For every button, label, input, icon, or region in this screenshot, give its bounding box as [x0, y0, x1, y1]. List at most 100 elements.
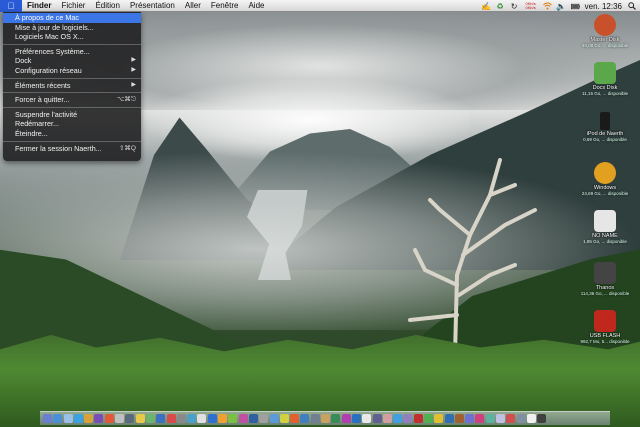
- usb-drive-icon: [594, 310, 616, 332]
- dock-app-icon[interactable]: [423, 414, 433, 423]
- dock-app-icon[interactable]: [73, 414, 83, 423]
- dock-app-icon[interactable]: [310, 414, 320, 423]
- apple-menu-dropdown: À propos de ce Mac Mise à jour de logicie…: [3, 12, 141, 161]
- menu-fichier[interactable]: Fichier: [56, 0, 90, 12]
- dock-app-icon[interactable]: [218, 414, 228, 423]
- apple-menu-item[interactable]: Mise à jour de logiciels...: [3, 23, 141, 33]
- dock-app-icon[interactable]: [238, 414, 248, 423]
- dock-app-icon[interactable]: [444, 414, 454, 423]
- desktop-icon-capacity: 1,95 Go, ... disponible: [583, 239, 627, 244]
- dock-app-icon[interactable]: [63, 414, 73, 423]
- apple-menu-item[interactable]: Forcer à quitter... ⌥⌘⎋: [3, 95, 141, 105]
- desktop-drive-icon[interactable]: USB FLASH 992,7 Mo, 5... disponible: [570, 310, 640, 344]
- dock-app-icon[interactable]: [259, 414, 269, 423]
- dock-app-icon[interactable]: [331, 414, 341, 423]
- apple-menu-item[interactable]: Logiciels Mac OS X...: [3, 32, 141, 42]
- apple-menu-item[interactable]: Éteindre...: [3, 129, 141, 139]
- apple-menu-item[interactable]: Configuration réseau ▶: [3, 66, 141, 76]
- apple-menu-item[interactable]: Fermer la session Naerth... ⇧⌘Q: [3, 144, 141, 154]
- menu-edition[interactable]: Édition: [90, 0, 124, 12]
- dock-app-icon[interactable]: [300, 414, 310, 423]
- dock-app-icon[interactable]: [351, 414, 361, 423]
- dock-app-icon[interactable]: [53, 414, 63, 423]
- dock-app-icon[interactable]: [516, 414, 526, 423]
- menu-clock[interactable]: ven. 12:36: [585, 2, 622, 11]
- menu-presentation[interactable]: Présentation: [125, 0, 180, 12]
- ipod-icon: [600, 112, 610, 130]
- dock-app-icon[interactable]: [341, 414, 351, 423]
- network-monitor[interactable]: 0Kb/s 0Kb/s: [524, 2, 538, 10]
- network-download-text: 0Kb/s: [525, 5, 536, 10]
- menu-aller[interactable]: Aller: [180, 0, 206, 12]
- dock-app-icon[interactable]: [43, 414, 52, 423]
- keyboard-shortcut: ⇧⌘Q: [118, 144, 136, 152]
- sync-icon[interactable]: ↻: [510, 2, 519, 11]
- dock-app-icon[interactable]: [115, 414, 125, 423]
- dock-app-icon[interactable]: [290, 414, 300, 423]
- desktop-drive-icon[interactable]: Master Disk 49,08 Go, ... disponible: [570, 14, 640, 48]
- wifi-icon[interactable]: [542, 2, 552, 11]
- menu-separator: [3, 43, 141, 45]
- dock-app-icon[interactable]: [187, 414, 197, 423]
- submenu-arrow-icon: ▶: [131, 66, 136, 73]
- apple-menu-button[interactable]: : [0, 0, 22, 12]
- dock-app-icon[interactable]: [156, 414, 166, 423]
- dock-app-icon[interactable]: [269, 414, 279, 423]
- desktop-drive-icon[interactable]: Windows 24,69 Go, ... disponible: [570, 162, 640, 196]
- dock-app-icon[interactable]: [454, 414, 464, 423]
- dock-app-icon[interactable]: [228, 414, 238, 423]
- dock-app-icon[interactable]: [526, 414, 536, 423]
- desktop-icon-capacity: 11,15 Go, ... disponible: [582, 91, 628, 96]
- apple-menu-item[interactable]: Redémarrer...: [3, 119, 141, 129]
- dock-app-icon[interactable]: [94, 414, 104, 423]
- apple-menu-item[interactable]: Dock ▶: [3, 56, 141, 66]
- desktop-drive-icon[interactable]: Docs Disk 11,15 Go, ... disponible: [570, 62, 640, 96]
- dock-app-icon[interactable]: [84, 414, 94, 423]
- dock-app-icon[interactable]: [104, 414, 114, 423]
- desktop-icon-capacity: 114,36 Go, ... disponible: [580, 291, 630, 296]
- dock-app-icon[interactable]: [176, 414, 186, 423]
- submenu-arrow-icon: ▶: [131, 81, 136, 88]
- dock-app-icon[interactable]: [197, 414, 207, 423]
- volume-icon[interactable]: 🔈: [556, 2, 566, 11]
- apple-menu-item-label: Préférences Système...: [15, 46, 90, 56]
- dock-app-icon[interactable]: [537, 414, 547, 423]
- dock-app-icon[interactable]: [485, 414, 495, 423]
- dock-app-icon[interactable]: [372, 414, 382, 423]
- dock-app-icon[interactable]: [166, 414, 176, 423]
- spotlight-search-icon[interactable]: [627, 2, 636, 11]
- battery-icon[interactable]: [570, 2, 580, 11]
- dock-app-icon[interactable]: [434, 414, 444, 423]
- apple-menu-item[interactable]: Éléments récents ▶: [3, 81, 141, 91]
- dock-app-icon[interactable]: [135, 414, 145, 423]
- dock-app-icon[interactable]: [403, 414, 413, 423]
- apple-menu-item-label: Forcer à quitter...: [15, 95, 70, 105]
- dock-app-icon[interactable]: [125, 414, 135, 423]
- apple-menu-item[interactable]: Suspendre l'activité: [3, 110, 141, 120]
- menu-finder[interactable]: Finder: [22, 0, 56, 12]
- dock-app-icon[interactable]: [475, 414, 485, 423]
- dock-app-icon[interactable]: [465, 414, 475, 423]
- apple-menu-item[interactable]: Préférences Système...: [3, 47, 141, 57]
- menu-fenetre[interactable]: Fenêtre: [206, 0, 244, 12]
- apple-menu-item[interactable]: À propos de ce Mac: [3, 13, 141, 23]
- desktop-drive-icon[interactable]: iPod de Naerth 0,69 Go, ... disponible: [570, 112, 640, 142]
- dock-app-icon[interactable]: [248, 414, 258, 423]
- desktop-drive-icon[interactable]: NO NAME 1,95 Go, ... disponible: [570, 210, 640, 244]
- dock-app-icon[interactable]: [362, 414, 372, 423]
- dock-app-icon[interactable]: [145, 414, 155, 423]
- dock-app-icon[interactable]: [279, 414, 289, 423]
- dock-app-icon[interactable]: [413, 414, 423, 423]
- apple-menu-item-label: Configuration réseau: [15, 65, 82, 75]
- hand-icon[interactable]: ✍: [481, 2, 491, 11]
- menu-aide[interactable]: Aide: [243, 0, 269, 12]
- desktop-drive-icon[interactable]: Thanos 114,36 Go, ... disponible: [570, 262, 640, 296]
- dock-app-icon[interactable]: [393, 414, 403, 423]
- dock-app-icon[interactable]: [506, 414, 516, 423]
- dock-app-icon[interactable]: [382, 414, 392, 423]
- dock-app-icon[interactable]: [207, 414, 217, 423]
- dock-app-icon[interactable]: [321, 414, 331, 423]
- recycle-icon[interactable]: ♻: [496, 2, 505, 11]
- apple-logo-icon: : [8, 1, 15, 11]
- dock-app-icon[interactable]: [496, 414, 506, 423]
